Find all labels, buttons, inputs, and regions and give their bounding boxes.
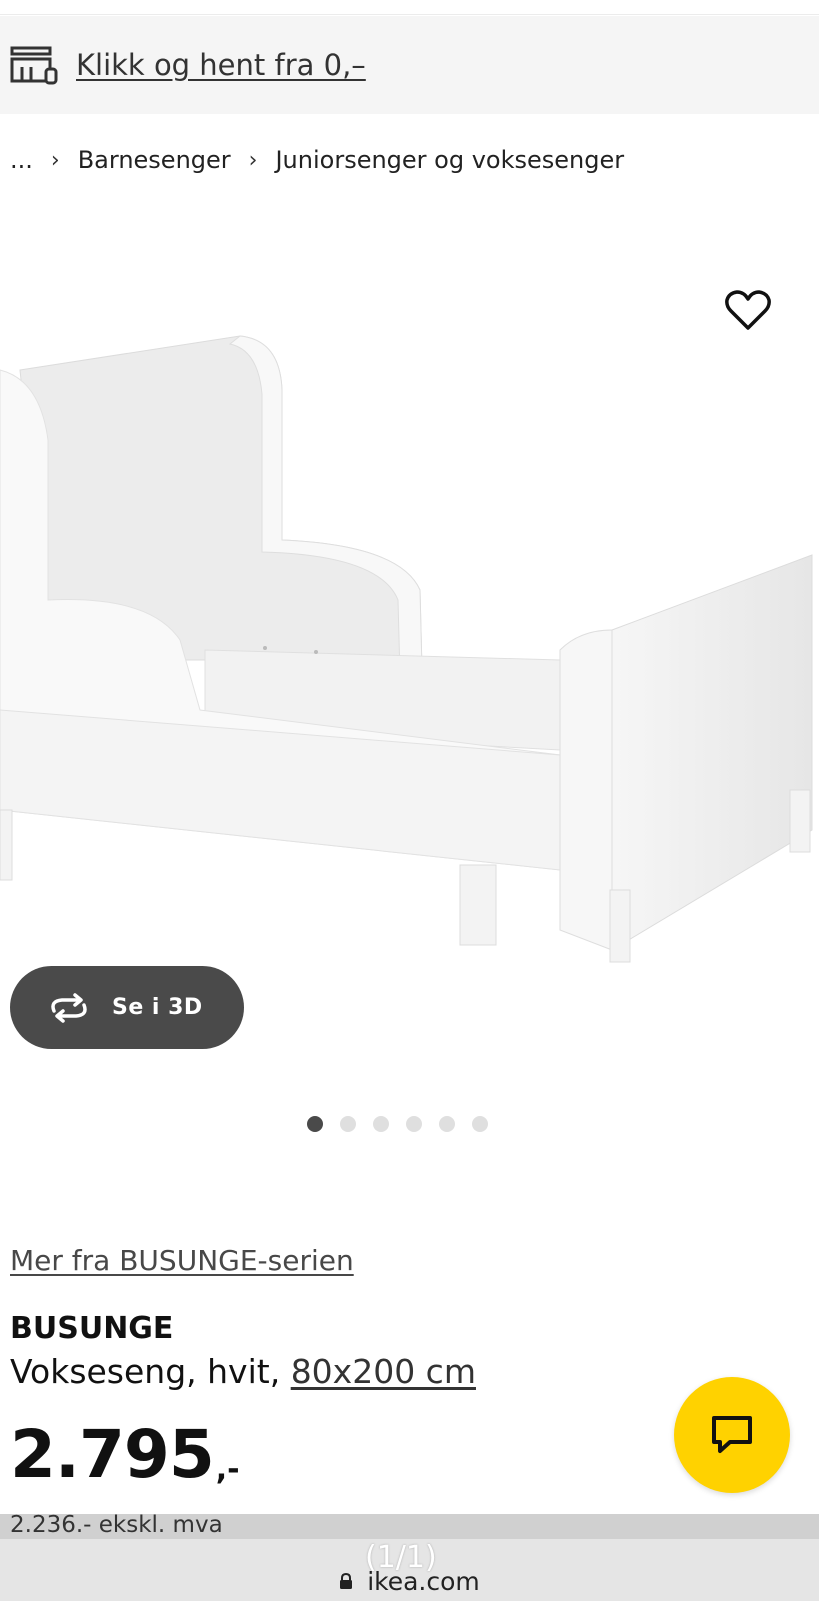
product-size-link[interactable]: 80x200 cm xyxy=(291,1352,476,1391)
price-ex-vat: 2.236.- ekskl. mva xyxy=(10,1514,223,1538)
lock-icon xyxy=(340,1573,353,1589)
breadcrumb-ellipsis[interactable]: ... xyxy=(10,146,33,174)
product-type: Vokseseng, hvit, xyxy=(10,1352,281,1391)
browser-url-bar[interactable]: (1/1) ikea.com xyxy=(0,1539,819,1601)
carousel-dot[interactable] xyxy=(340,1116,356,1132)
chat-bubble-icon xyxy=(712,1416,752,1453)
page-count: (1/1) xyxy=(365,1540,437,1575)
top-divider xyxy=(0,0,819,15)
view-in-3d-label: Se i 3D xyxy=(112,995,203,1020)
breadcrumb-item-juniorsenger[interactable]: Juniorsenger og voksesenger xyxy=(275,146,624,174)
chat-button[interactable] xyxy=(674,1377,790,1493)
carousel-dot[interactable] xyxy=(472,1116,488,1132)
heart-icon[interactable] xyxy=(725,290,771,332)
view-in-3d-button[interactable]: Se i 3D xyxy=(10,966,244,1049)
series-link[interactable]: Mer fra BUSUNGE-serien xyxy=(10,1244,354,1277)
chevron-right-icon: › xyxy=(248,147,258,173)
chevron-right-icon: › xyxy=(50,147,60,173)
product-image[interactable] xyxy=(0,330,819,990)
product-name: BUSUNGE xyxy=(10,1311,174,1346)
breadcrumb-item-barnesenger[interactable]: Barnesenger xyxy=(78,146,231,174)
price-suffix: ,- xyxy=(215,1452,240,1487)
product-description: Vokseseng, hvit, 80x200 cm xyxy=(10,1352,476,1391)
carousel-dot[interactable] xyxy=(439,1116,455,1132)
store-icon xyxy=(10,46,58,85)
click-collect-link[interactable]: Klikk og hent fra 0,– xyxy=(76,48,366,82)
carousel-dot[interactable] xyxy=(406,1116,422,1132)
carousel-dot[interactable] xyxy=(373,1116,389,1132)
carousel-dot[interactable] xyxy=(307,1116,323,1132)
click-collect-banner: Klikk og hent fra 0,– xyxy=(0,16,819,114)
rotate-icon xyxy=(51,992,87,1023)
price-main: 2.795 xyxy=(10,1416,215,1493)
product-price: 2.795 ,- xyxy=(10,1420,240,1490)
price-ex-vat-bar: 2.236.- ekskl. mva xyxy=(0,1514,819,1539)
carousel-indicator xyxy=(307,1116,488,1132)
breadcrumb: ... › Barnesenger › Juniorsenger og voks… xyxy=(10,140,624,180)
